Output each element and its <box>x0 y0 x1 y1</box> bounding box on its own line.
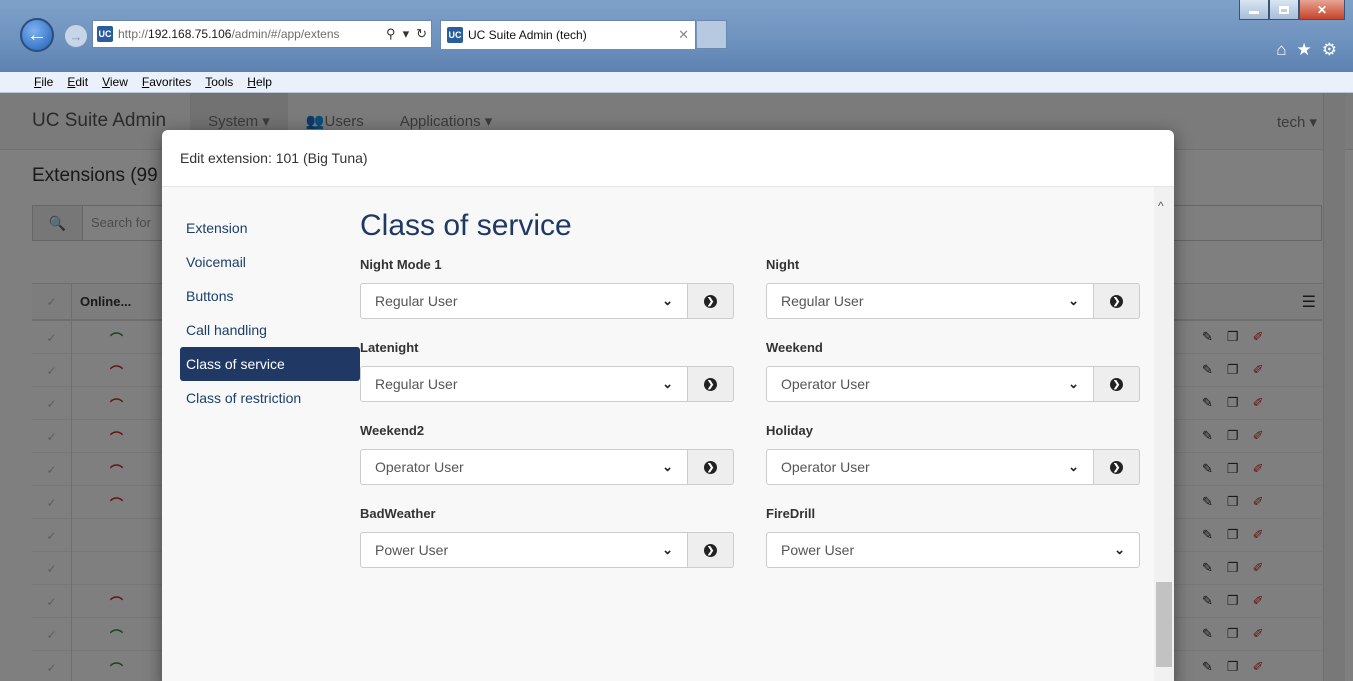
menu-tools[interactable]: Tools <box>205 75 233 89</box>
scroll-thumb[interactable] <box>1156 582 1172 667</box>
modal-sidenav: Extension Voicemail Buttons Call handling Cl… <box>180 211 360 415</box>
maximize-icon <box>1279 5 1289 14</box>
settings-gear-icon[interactable]: ⚙ <box>1322 40 1337 60</box>
field-label: BadWeather <box>360 506 436 521</box>
minimize-button[interactable] <box>1239 0 1269 20</box>
chevron-down-icon: ⌄ <box>662 542 673 557</box>
arrow-circle-right-icon: ❯ <box>1110 377 1123 391</box>
field-badweather: BadWeather Power User ⌄ ❯ <box>360 506 734 568</box>
go-to-class-button[interactable]: ❯ <box>688 366 734 402</box>
window-controls: ✕ <box>1239 0 1345 20</box>
field-label: FireDrill <box>766 506 816 521</box>
edit-extension-modal: Edit extension: 101 (Big Tuna) Extension… <box>162 130 1174 681</box>
chevron-down-icon: ⌄ <box>1068 459 1079 474</box>
favorites-star-icon[interactable]: ★ <box>1297 40 1312 60</box>
browser-titlebar: ✕ ← → UC http://192.168.75.106/admin/#/a… <box>0 0 1353 72</box>
browser-toolbar: ⌂ ★ ⚙ <box>1276 40 1337 60</box>
go-to-class-button[interactable]: ❯ <box>1094 366 1140 402</box>
home-icon[interactable]: ⌂ <box>1276 40 1286 60</box>
select-value: Operator User <box>781 376 870 392</box>
tab-close-icon[interactable]: ✕ <box>678 27 689 43</box>
field-holiday: Holiday Operator User ⌄ ❯ <box>766 423 1140 485</box>
menu-file[interactable]: File <box>34 75 53 89</box>
search-icon[interactable]: ⚲ <box>386 26 396 42</box>
go-to-class-button[interactable]: ❯ <box>688 532 734 568</box>
dropdown-icon[interactable]: ▾ <box>403 26 410 42</box>
field-weekend: Weekend Operator User ⌄ ❯ <box>766 340 1140 402</box>
select-value: Power User <box>781 542 855 558</box>
go-to-class-button[interactable]: ❯ <box>688 283 734 319</box>
chevron-down-icon: ⌄ <box>1068 376 1079 391</box>
go-to-class-button[interactable]: ❯ <box>1094 283 1140 319</box>
field-label: Weekend <box>766 340 823 355</box>
field-label: Holiday <box>766 423 813 438</box>
arrow-circle-right-icon: ❯ <box>1110 294 1123 308</box>
field-weekend2: Weekend2 Operator User ⌄ ❯ <box>360 423 734 485</box>
modal-title: Edit extension: 101 (Big Tuna) <box>162 130 1174 187</box>
field-latenight: Latenight Regular User ⌄ ❯ <box>360 340 734 402</box>
menu-favorites[interactable]: Favorites <box>142 75 191 89</box>
field-label: Weekend2 <box>360 423 425 438</box>
menu-bar: File Edit View Favorites Tools Help <box>0 72 1353 93</box>
class-of-service-select[interactable]: Regular User ⌄ <box>766 283 1094 319</box>
sidenav-item-extension[interactable]: Extension <box>180 211 360 245</box>
modal-scrollbar[interactable]: ^ <box>1154 187 1174 681</box>
back-button[interactable]: ← <box>20 18 54 52</box>
chevron-down-icon: ⌄ <box>1114 542 1125 557</box>
tab-title: UC Suite Admin (tech) <box>468 28 587 42</box>
minimize-icon <box>1249 11 1259 14</box>
scroll-up-icon[interactable]: ^ <box>1158 199 1164 213</box>
arrow-circle-right-icon: ❯ <box>704 377 717 391</box>
field-label: Night <box>766 257 800 272</box>
menu-view[interactable]: View <box>102 75 128 89</box>
select-value: Power User <box>375 542 449 558</box>
class-of-service-select[interactable]: Regular User ⌄ <box>360 366 688 402</box>
class-of-service-select[interactable]: Power User ⌄ <box>360 532 688 568</box>
sidenav-item-buttons[interactable]: Buttons <box>180 279 360 313</box>
field-night: Night Regular User ⌄ ❯ <box>766 257 1140 319</box>
menu-help[interactable]: Help <box>247 75 272 89</box>
field-label: Night Mode 1 <box>360 257 442 272</box>
chevron-down-icon: ⌄ <box>662 293 673 308</box>
chevron-down-icon: ⌄ <box>662 459 673 474</box>
sidenav-item-voicemail[interactable]: Voicemail <box>180 245 360 279</box>
tab-favicon-icon: UC <box>447 27 463 43</box>
refresh-icon[interactable]: ↻ <box>416 26 427 42</box>
arrow-circle-right-icon: ❯ <box>704 460 717 474</box>
field-firedrill: FireDrill Power User ⌄ <box>766 506 1140 568</box>
field-label: Latenight <box>360 340 419 355</box>
class-of-service-select[interactable]: Operator User ⌄ <box>766 449 1094 485</box>
address-bar[interactable]: UC http://192.168.75.106/admin/#/app/ext… <box>92 20 432 48</box>
menu-edit[interactable]: Edit <box>67 75 88 89</box>
class-of-service-select[interactable]: Regular User ⌄ <box>360 283 688 319</box>
maximize-button[interactable] <box>1269 0 1299 20</box>
forward-button[interactable]: → <box>64 24 88 48</box>
site-favicon-icon: UC <box>97 26 113 42</box>
arrow-circle-right-icon: ❯ <box>1110 460 1123 474</box>
arrow-circle-right-icon: ❯ <box>704 543 717 557</box>
sidenav-item-class-of-service[interactable]: Class of service <box>180 347 360 381</box>
class-of-service-select[interactable]: Power User ⌄ <box>766 532 1140 568</box>
select-value: Regular User <box>781 293 864 309</box>
section-title: Class of service <box>360 209 572 242</box>
chevron-down-icon: ⌄ <box>662 376 673 391</box>
select-value: Regular User <box>375 293 458 309</box>
close-window-button[interactable]: ✕ <box>1299 0 1345 20</box>
arrow-circle-right-icon: ❯ <box>704 294 717 308</box>
class-of-service-select[interactable]: Operator User ⌄ <box>766 366 1094 402</box>
select-value: Regular User <box>375 376 458 392</box>
address-text: http://192.168.75.106/admin/#/app/extens <box>118 27 340 41</box>
select-value: Operator User <box>375 459 464 475</box>
browser-tab[interactable]: UC UC Suite Admin (tech) ✕ <box>440 20 696 49</box>
modal-body: Extension Voicemail Buttons Call handling Cl… <box>162 187 1174 681</box>
class-of-service-select[interactable]: Operator User ⌄ <box>360 449 688 485</box>
chevron-down-icon: ⌄ <box>1068 293 1079 308</box>
go-to-class-button[interactable]: ❯ <box>1094 449 1140 485</box>
sidenav-item-class-of-restriction[interactable]: Class of restriction <box>180 381 360 415</box>
select-value: Operator User <box>781 459 870 475</box>
go-to-class-button[interactable]: ❯ <box>688 449 734 485</box>
new-tab-button[interactable] <box>697 20 727 49</box>
field-night-mode-1: Night Mode 1 Regular User ⌄ ❯ <box>360 257 734 319</box>
sidenav-item-call-handling[interactable]: Call handling <box>180 313 360 347</box>
